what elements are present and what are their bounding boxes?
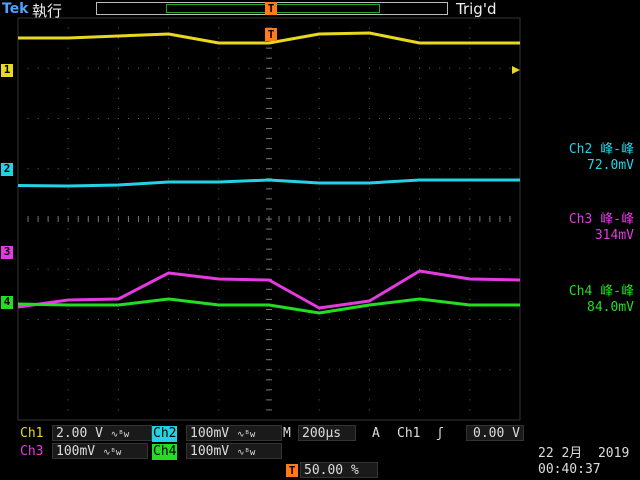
graticule: [17, 17, 521, 421]
measurement-ch2-value: 72.0mV: [587, 158, 634, 173]
ch3-scale[interactable]: 100mV ∿ᴮw: [52, 443, 148, 459]
time-readout: 00:40:37: [538, 462, 601, 477]
trigger-state: Trig'd: [456, 0, 497, 18]
ch2-label[interactable]: Ch2: [152, 426, 178, 442]
measurement-ch2[interactable]: Ch2 峰-峰 72.0mV: [522, 142, 634, 174]
waveform-traces: [17, 31, 521, 315]
ch1-scale[interactable]: 2.00 V ∿ᴮw: [52, 425, 152, 441]
brand-logo: Tek: [2, 1, 29, 17]
trigger-source[interactable]: Ch1: [397, 426, 420, 442]
timebase-value[interactable]: 200µs: [298, 425, 356, 441]
ch4-scale-value: 100mV: [190, 444, 230, 459]
measurement-ch3-title: Ch3 峰-峰: [568, 212, 634, 227]
trigger-position-icon[interactable]: T: [265, 2, 277, 15]
ch4-label[interactable]: Ch4: [152, 444, 178, 460]
trace-ch4: [17, 297, 520, 315]
ch3-label[interactable]: Ch3: [20, 444, 43, 460]
settings-panel: Ch1 2.00 V ∿ᴮw Ch2 100mV ∿ᴮw M 200µs A C…: [0, 424, 640, 480]
top-status-bar: Tek 執行 T T Trig'd: [0, 0, 640, 41]
ch4-coupling-icon: ∿ᴮw: [236, 448, 256, 458]
ch4-ground-marker[interactable]: 4: [1, 296, 13, 309]
measurement-ch3[interactable]: Ch3 峰-峰 314mV: [522, 212, 634, 244]
ch3-coupling-icon: ∿ᴮw: [102, 448, 122, 458]
trigger-point-icon[interactable]: T: [265, 28, 277, 41]
trigger-position-value[interactable]: 50.00 %: [300, 462, 378, 478]
ch1-level-arrow: [512, 66, 520, 74]
trace-ch2: [17, 178, 520, 188]
ch2-coupling-icon: ∿ᴮw: [236, 430, 256, 440]
ch4-scale[interactable]: 100mV ∿ᴮw: [186, 443, 282, 459]
measurement-ch2-title: Ch2 峰-峰: [568, 142, 634, 157]
timebase-label: M: [283, 426, 291, 441]
ch2-ground-marker[interactable]: 2: [1, 163, 13, 176]
ch1-label[interactable]: Ch1: [20, 426, 43, 442]
ch3-ground-marker[interactable]: 3: [1, 246, 13, 259]
trigger-slope-icon[interactable]: ʃ: [436, 426, 444, 442]
trigger-position-label-icon: T: [286, 464, 298, 477]
ch1-coupling-icon: ∿ᴮw: [110, 430, 130, 440]
measurement-ch3-value: 314mV: [594, 228, 634, 243]
measurement-ch4-value: 84.0mV: [587, 300, 634, 315]
ch2-scale[interactable]: 100mV ∿ᴮw: [186, 425, 282, 441]
measurement-ch4[interactable]: Ch4 峰-峰 84.0mV: [522, 284, 634, 316]
ch2-scale-value: 100mV: [190, 426, 230, 441]
run-state: 執行: [32, 2, 63, 20]
trigger-level[interactable]: 0.00 V: [466, 425, 524, 441]
date-readout: 22 2月 2019: [538, 446, 630, 461]
measurement-ch4-title: Ch4 峰-峰: [568, 284, 634, 299]
ch1-scale-value: 2.00 V: [56, 426, 103, 441]
ch3-scale-value: 100mV: [56, 444, 96, 459]
trigger-mode: A: [372, 426, 380, 441]
ch1-ground-marker[interactable]: 1: [1, 64, 13, 77]
